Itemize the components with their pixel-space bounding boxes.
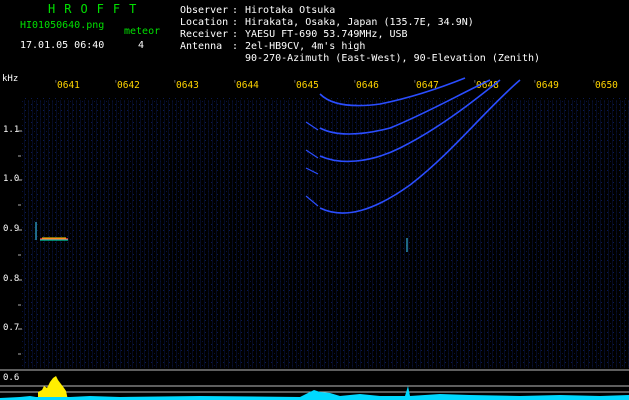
spectrogram	[0, 77, 629, 400]
level-baseline-cyan	[0, 386, 629, 400]
level-peak-yellow	[38, 376, 68, 400]
level-meter	[0, 369, 629, 400]
noise-background	[22, 96, 629, 368]
y-tick-marks	[18, 130, 22, 355]
